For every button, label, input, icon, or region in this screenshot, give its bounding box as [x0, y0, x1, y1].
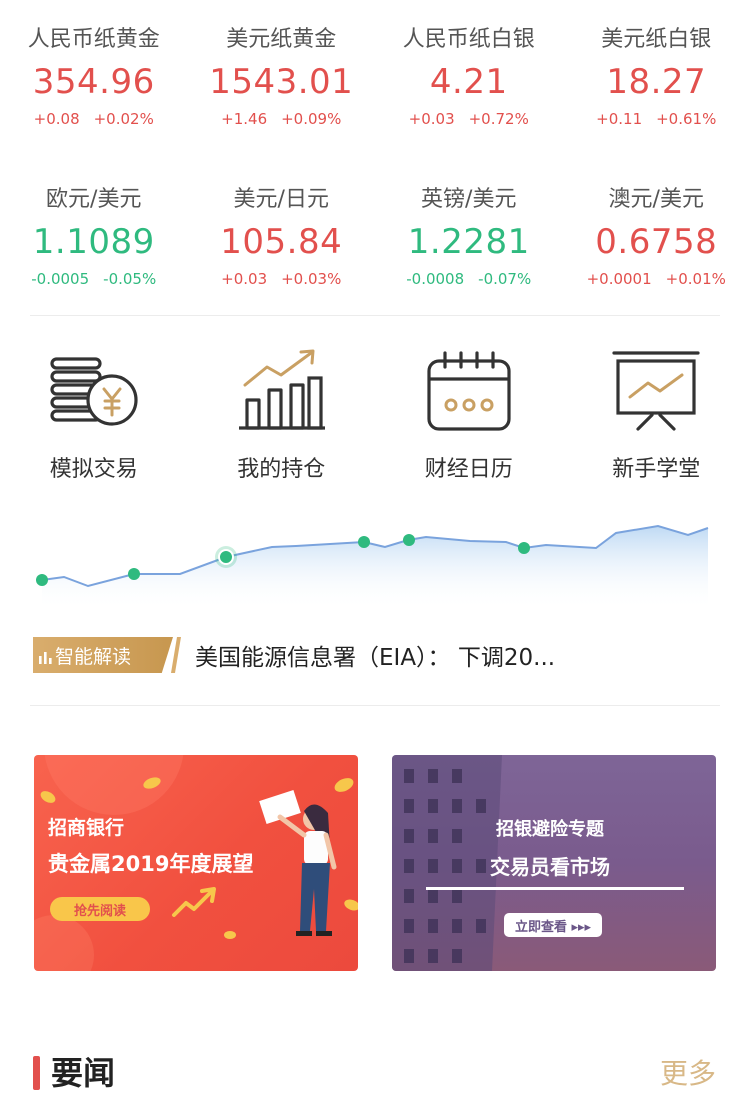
quote-change-row: +0.08 +0.02% [0, 108, 188, 130]
quote-price: 18.27 [606, 62, 707, 102]
quote-percent: +0.61% [656, 110, 717, 128]
quote-card[interactable]: 美元纸黄金 1543.01 +1.46 +0.09% [188, 22, 376, 142]
func-label: 新手学堂 [612, 457, 701, 482]
quote-card[interactable]: 欧元/美元 1.1089 -0.0005 -0.05% [0, 182, 188, 302]
func-my-positions[interactable]: 我的持仓 [188, 345, 376, 490]
smart-reading-badge: 智能解读 [33, 637, 173, 673]
presentation-board-icon [612, 351, 700, 431]
badge-slash-decor [171, 637, 181, 673]
quote-price: 1.2281 [407, 222, 530, 262]
quote-percent: -0.07% [478, 270, 532, 288]
quote-change-row: +0.03 +0.03% [188, 268, 376, 290]
quote-name: 美元纸黄金 [226, 27, 337, 52]
quote-card[interactable]: 美元/日元 105.84 +0.03 +0.03% [188, 182, 376, 302]
calendar-icon [427, 351, 511, 431]
quote-percent: -0.05% [103, 270, 157, 288]
view-now-button[interactable]: 立即查看 ▸▸▸ [504, 913, 602, 937]
trend-chart [30, 505, 720, 610]
quote-name: 美元纸白银 [601, 27, 712, 52]
quote-price: 4.21 [429, 62, 508, 102]
quote-card[interactable]: 人民币纸白银 4.21 +0.03 +0.72% [375, 22, 563, 142]
quote-price: 1543.01 [209, 62, 354, 102]
quote-percent: +0.72% [468, 110, 529, 128]
func-finance-calendar[interactable]: 财经日历 [375, 345, 563, 490]
trend-point [358, 536, 370, 548]
func-beginner-school[interactable]: 新手学堂 [563, 345, 750, 490]
section-accent-bar [33, 1056, 40, 1090]
quote-change: +1.46 [221, 110, 268, 128]
quote-name: 欧元/美元 [46, 187, 142, 212]
smart-reading-headline: 美国能源信息署（EIA）： 下调20... [195, 645, 556, 671]
quote-change-row: +0.0001 +0.01% [563, 268, 750, 290]
quote-change: +0.0001 [586, 270, 652, 288]
banner-right-title: 招银避险专题 [496, 819, 604, 840]
quote-row: 人民币纸黄金 354.96 +0.08 +0.02% 美元纸黄金 1543.01 … [0, 22, 750, 142]
banner-right-subtitle: 交易员看市场 [490, 855, 610, 879]
func-label: 我的持仓 [237, 457, 326, 482]
smart-reading-bar[interactable]: 智能解读 美国能源信息署（EIA）： 下调20... [33, 632, 723, 678]
quote-change: +0.03 [221, 270, 268, 288]
quote-change: +0.11 [596, 110, 643, 128]
trend-point [36, 574, 48, 586]
quote-change-row: -0.0005 -0.05% [0, 268, 188, 290]
quote-change-row: -0.0008 -0.07% [375, 268, 563, 290]
coins-yuan-icon [50, 357, 138, 426]
news-section-header: 要闻 更多 [33, 1050, 720, 1096]
read-first-button[interactable]: 抢先阅读 [50, 897, 150, 921]
banner-hedge-topic[interactable]: 招银避险专题 交易员看市场 立即查看 ▸▸▸ [392, 755, 716, 971]
quote-price: 0.6758 [595, 222, 718, 262]
smart-reading-label: 智能解读 [55, 645, 132, 668]
trend-point [128, 568, 140, 580]
quote-change-row: +0.11 +0.61% [563, 108, 750, 130]
quote-price: 354.96 [32, 62, 155, 102]
trend-point [518, 542, 530, 554]
quote-card[interactable]: 澳元/美元 0.6758 +0.0001 +0.01% [563, 182, 750, 302]
banner-precious-metals[interactable]: 招商银行 贵金属2019年度展望 抢先阅读 [34, 755, 358, 971]
news-section-title: 要闻 [51, 1054, 116, 1092]
func-label: 财经日历 [424, 457, 513, 482]
func-label: 模拟交易 [49, 457, 138, 482]
quote-row: 欧元/美元 1.1089 -0.0005 -0.05% 美元/日元 105.84 … [0, 182, 750, 302]
quote-change-row: +0.03 +0.72% [375, 108, 563, 130]
function-bar: 模拟交易 我的持仓 财经日历 新手学堂 [0, 345, 750, 490]
quote-change: +0.03 [408, 110, 455, 128]
banner-left-title: 招商银行 [48, 817, 125, 839]
quote-name: 英镑/美元 [421, 187, 517, 212]
quote-name: 人民币纸黄金 [27, 27, 160, 52]
signal-bars-icon [39, 652, 52, 664]
trend-point [403, 534, 415, 546]
quote-percent: +0.01% [665, 270, 726, 288]
trend-graphic [36, 524, 709, 610]
quote-change: -0.0005 [31, 270, 90, 288]
divider [30, 705, 720, 706]
quote-price: 105.84 [220, 222, 343, 262]
quote-card[interactable]: 美元纸白银 18.27 +0.11 +0.61% [563, 22, 750, 142]
quote-percent: +0.02% [93, 110, 154, 128]
quote-price: 1.1089 [32, 222, 155, 262]
quote-percent: +0.03% [281, 270, 342, 288]
func-simulated-trade[interactable]: 模拟交易 [0, 345, 188, 490]
more-link[interactable]: 更多 [660, 1054, 716, 1094]
quote-card[interactable]: 人民币纸黄金 354.96 +0.08 +0.02% [0, 22, 188, 142]
quote-change-row: +1.46 +0.09% [188, 108, 376, 130]
quote-card[interactable]: 英镑/美元 1.2281 -0.0008 -0.07% [375, 182, 563, 302]
banner-left-subtitle: 贵金属2019年度展望 [48, 852, 254, 876]
quote-percent: +0.09% [281, 110, 342, 128]
divider [30, 315, 720, 316]
quote-name: 美元/日元 [233, 187, 329, 212]
quote-change: +0.08 [33, 110, 80, 128]
quote-name: 澳元/美元 [608, 187, 704, 212]
bar-chart-trend-icon [239, 349, 326, 430]
trend-point [218, 549, 234, 565]
quote-name: 人民币纸白银 [402, 27, 535, 52]
quote-change: -0.0008 [406, 270, 465, 288]
